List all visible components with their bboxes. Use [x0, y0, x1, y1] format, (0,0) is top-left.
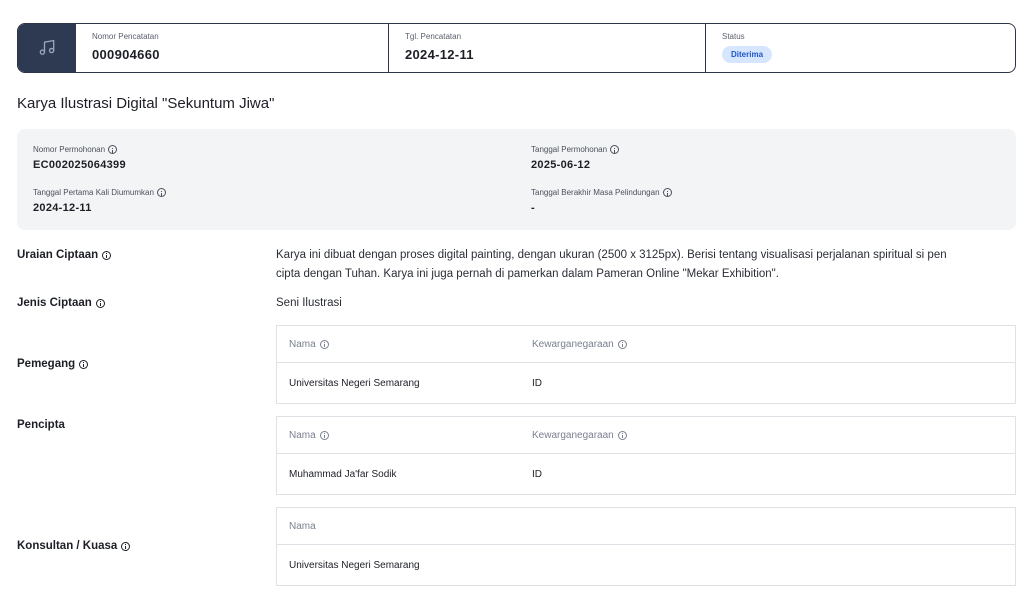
table-row: Universitas Negeri Semarang [277, 545, 1015, 585]
pemegang-label-text: Pemegang [17, 358, 76, 370]
info-icon[interactable] [156, 188, 166, 197]
row-kewarganegaraan: ID [532, 468, 542, 480]
nomor-permohonan: Nomor Permohonan EC002025064399 [33, 145, 126, 171]
tanggal-umum-value: 2024-12-11 [33, 202, 92, 214]
info-icon[interactable] [319, 339, 329, 349]
col-kewarganegaraan: Kewarganegaraan [532, 339, 627, 350]
nomor-permohonan-value: EC002025064399 [33, 159, 126, 171]
info-icon[interactable] [95, 298, 105, 308]
pencipta-table: Nama Kewarganegaraan Muhammad Ja'far Sod… [276, 416, 1016, 495]
pemegang-table: Nama Kewarganegaraan Universitas Negeri … [276, 325, 1016, 404]
col-nama: Nama [289, 339, 532, 350]
konsultan-table: Nama Universitas Negeri Semarang [276, 507, 1016, 586]
table-header: Nama Kewarganegaraan [277, 326, 1015, 363]
tgl-pencatatan-label: Tgl. Pencatatan [405, 32, 462, 41]
uraian-line-1: Karya ini dibuat dengan proses digital p… [276, 249, 947, 261]
application-summary: Nomor Permohonan EC002025064399 Tanggal … [17, 129, 1016, 230]
konsultan-label-text: Konsultan / Kuasa [17, 540, 118, 552]
nomor-pencatatan-value: 000904660 [92, 47, 160, 62]
info-icon[interactable] [662, 188, 672, 197]
table-header: Nama Kewarganegaraan [277, 417, 1015, 454]
status-badge: Diterima [722, 46, 773, 63]
uraian-line-2: cipta dengan Tuhan. Karya ini juga perna… [276, 268, 779, 280]
jenis-label-text: Jenis Ciptaan [17, 297, 92, 309]
tanggal-permohonan-value: 2025-06-12 [531, 159, 591, 171]
row-nama: Universitas Negeri Semarang [289, 559, 420, 571]
status-label: Status [722, 32, 745, 41]
tanggal-permohonan-label: Tanggal Permohonan [531, 145, 608, 154]
info-icon[interactable] [319, 430, 329, 440]
pencipta-label-text: Pencipta [17, 419, 65, 431]
col-nama-label: Nama [289, 520, 316, 532]
pemegang-label: Pemegang [17, 358, 89, 370]
pencipta-label: Pencipta [17, 419, 65, 431]
nomor-permohonan-label: Nomor Permohonan [33, 145, 106, 154]
category-icon-box [18, 24, 76, 72]
tgl-pencatatan-cell: Tgl. Pencatatan 2024-12-11 [388, 24, 705, 72]
uraian-ciptaan-label: Uraian Ciptaan [17, 249, 112, 261]
status-cell: Status Diterima [705, 24, 1015, 72]
tanggal-berakhir-label: Tanggal Berakhir Masa Pelindungan [531, 188, 660, 197]
col-nama: Nama [289, 430, 532, 441]
konsultan-label: Konsultan / Kuasa [17, 540, 131, 552]
table-header: Nama [277, 508, 1015, 545]
col-nama-label: Nama [289, 429, 316, 441]
tanggal-permohonan: Tanggal Permohonan 2025-06-12 [531, 145, 620, 171]
col-kewarganegaraan-label: Kewarganegaraan [532, 429, 614, 441]
music-note-icon [39, 39, 55, 55]
table-row: Universitas Negeri Semarang ID [277, 363, 1015, 403]
info-icon[interactable] [617, 430, 627, 440]
tgl-pencatatan-value: 2024-12-11 [405, 47, 474, 62]
tanggal-berakhir-pelindungan: Tanggal Berakhir Masa Pelindungan - [531, 188, 672, 214]
info-icon[interactable] [108, 145, 118, 154]
jenis-ciptaan-label: Jenis Ciptaan [17, 297, 105, 309]
info-icon[interactable] [610, 145, 620, 154]
nomor-pencatatan-cell: Nomor Pencatatan 000904660 [76, 24, 388, 72]
record-header: Nomor Pencatatan 000904660 Tgl. Pencatat… [17, 23, 1016, 73]
page-title: Karya Ilustrasi Digital "Sekuntum Jiwa" [17, 95, 275, 112]
col-kewarganegaraan-label: Kewarganegaraan [532, 338, 614, 350]
table-row: Muhammad Ja'far Sodik ID [277, 454, 1015, 494]
row-nama: Muhammad Ja'far Sodik [289, 468, 397, 480]
info-icon[interactable] [121, 541, 131, 551]
tanggal-umum-label: Tanggal Pertama Kali Diumumkan [33, 188, 154, 197]
nomor-pencatatan-label: Nomor Pencatatan [92, 32, 159, 41]
tanggal-berakhir-value: - [531, 202, 535, 214]
col-nama-label: Nama [289, 338, 316, 350]
row-nama: Universitas Negeri Semarang [289, 377, 420, 389]
info-icon[interactable] [102, 250, 112, 260]
info-icon[interactable] [79, 359, 89, 369]
row-kewarganegaraan: ID [532, 377, 542, 389]
uraian-label-text: Uraian Ciptaan [17, 249, 99, 261]
uraian-ciptaan-value: Karya ini dibuat dengan proses digital p… [276, 246, 1021, 284]
tanggal-pertama-diumumkan: Tanggal Pertama Kali Diumumkan 2024-12-1… [33, 188, 166, 214]
col-nama: Nama [289, 521, 532, 532]
info-icon[interactable] [617, 339, 627, 349]
col-kewarganegaraan: Kewarganegaraan [532, 430, 627, 441]
jenis-ciptaan-value: Seni Ilustrasi [276, 297, 342, 309]
